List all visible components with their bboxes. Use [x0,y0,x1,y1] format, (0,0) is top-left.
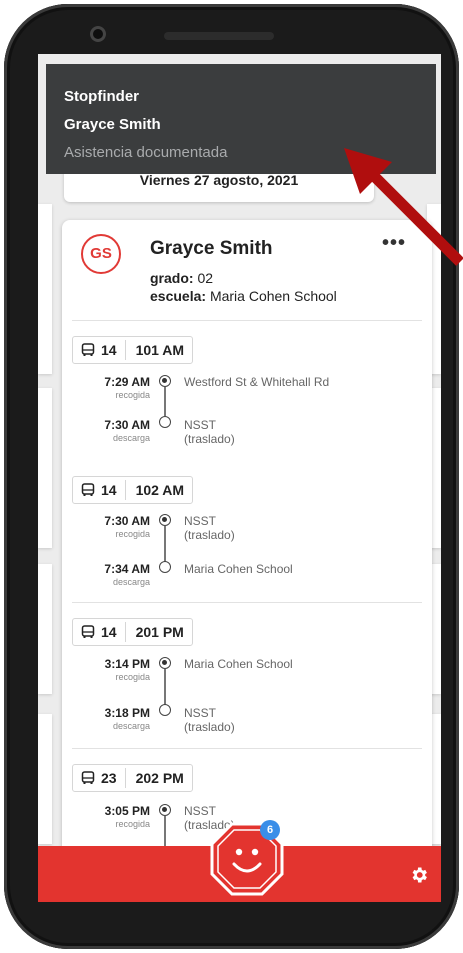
dropoff-marker-icon [159,416,171,428]
stop-type: descarga [112,577,150,587]
stop-time: 7:34 AM [104,562,150,576]
bus-number: 23 [101,770,117,786]
stop-place: NSST (traslado) [184,706,235,734]
route-chip[interactable]: 14 102 AM [72,476,194,504]
divider [72,602,422,603]
notification-count-badge: 6 [260,820,280,840]
stop-time: 3:18 PM [104,706,150,720]
chip-divider [124,768,126,788]
earpiece-speaker [164,32,274,40]
dropoff-marker-icon [159,704,171,716]
stop-type: recogida [115,529,150,539]
chip-divider [124,340,126,360]
route-name: 101 AM [135,342,185,358]
stop-connector [164,387,166,416]
stop-time: 7:29 AM [104,375,150,389]
route-chip[interactable]: 14 101 AM [72,336,194,364]
front-camera [90,26,106,42]
chip-divider [124,622,126,642]
student-grade: grado: 02 [150,270,213,286]
prev-card-edge[interactable] [38,388,52,548]
route-name: 201 PM [135,624,184,640]
school-value: Maria Cohen School [209,288,337,304]
prev-card-edge[interactable] [38,564,52,694]
route-name: 202 PM [135,770,184,786]
stop-time: 3:14 PM [104,657,150,671]
pickup-marker-icon [159,375,171,387]
stop-place: Maria Cohen School [184,657,293,671]
stop-time: 7:30 AM [104,514,150,528]
pickup-marker-icon [159,514,171,526]
route-chip[interactable]: 14 201 PM [72,618,193,646]
stop-type: recogida [115,819,150,829]
student-card[interactable]: GS Grayce Smith ••• grado: 02 escuela: M… [62,220,432,902]
stop-place: Maria Cohen School [184,562,293,576]
stop-connector [164,669,166,705]
grade-label: grado: [150,270,194,286]
pickup-marker-icon [159,657,171,669]
stop-place: Westford St & Whitehall Rd [184,375,330,389]
stop-type: descarga [112,721,150,731]
student-name: Grayce Smith [150,238,273,259]
grade-value: 02 [197,270,214,286]
prev-card-edge[interactable] [38,204,52,374]
prev-card-edge[interactable] [38,714,52,844]
more-options-icon[interactable]: ••• [382,232,406,255]
student-avatar: GS [81,234,121,274]
divider [72,748,422,749]
stop-place: NSST (traslado) [184,418,235,446]
stop-type: recogida [115,672,150,682]
notification-app-name: Stopfinder [64,88,139,105]
notification-message: Asistencia documentada [64,144,228,161]
bus-icon [81,483,95,496]
school-label: escuela: [150,288,207,304]
route-name: 102 AM [135,482,185,498]
pickup-marker-icon [159,804,171,816]
bus-icon [81,625,95,638]
chip-divider [124,480,126,500]
app-screen: Stopfinder Grayce Smith Asistencia docum… [38,54,441,902]
settings-gear-icon[interactable] [409,865,429,885]
bus-number: 14 [101,624,117,640]
notification-student-name: Grayce Smith [64,116,161,133]
stop-time: 7:30 AM [104,418,150,432]
stop-type: recogida [115,390,150,400]
stop-type: descarga [112,433,150,443]
bus-number: 14 [101,482,117,498]
route-chip[interactable]: 23 202 PM [72,764,193,792]
dropoff-marker-icon [159,561,171,573]
bus-icon [81,343,95,356]
bus-icon [81,771,95,784]
stop-place: NSST (traslado) [184,514,235,542]
bus-number: 14 [101,342,117,358]
student-school: escuela: Maria Cohen School [150,288,337,304]
notification-banner[interactable]: Stopfinder Grayce Smith Asistencia docum… [46,64,436,174]
date-header: Viernes 27 agosto, 2021 [139,172,299,188]
stop-connector [164,526,166,562]
stop-time: 3:05 PM [104,804,150,818]
divider [72,320,422,321]
